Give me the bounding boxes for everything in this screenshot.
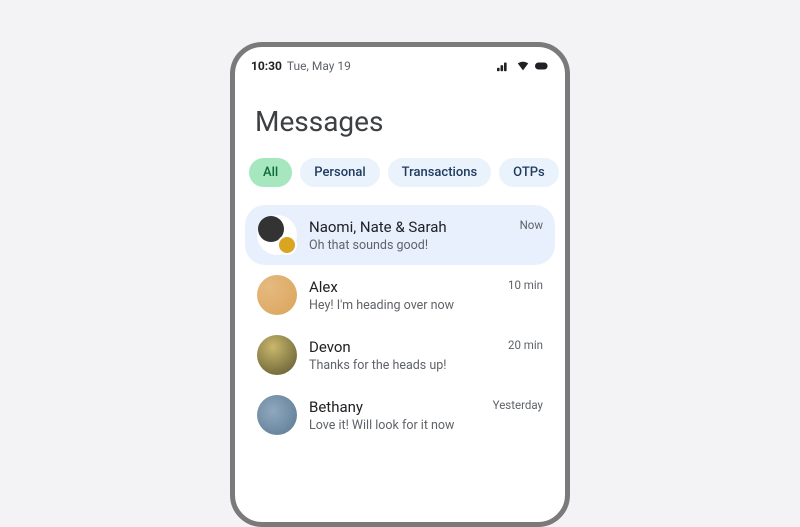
conversation-preview: Thanks for the heads up! (309, 358, 496, 373)
status-date: Tue, May 19 (287, 59, 351, 73)
avatar (257, 215, 297, 255)
tab-otps[interactable]: OTPs (499, 158, 559, 187)
tab-transactions[interactable]: Transactions (388, 158, 492, 187)
signal-icon (497, 60, 511, 72)
conversation-item[interactable]: Naomi, Nate & Sarah Oh that sounds good!… (245, 205, 555, 265)
wifi-icon (516, 60, 530, 72)
conversation-time: Now (520, 218, 543, 232)
conversation-preview: Oh that sounds good! (309, 238, 508, 253)
page-title: Messages (235, 79, 565, 158)
phone-frame: 10:30 Tue, May 19 Messages All Personal T… (230, 42, 570, 527)
status-bar: 10:30 Tue, May 19 (235, 47, 565, 79)
tab-all[interactable]: All (249, 158, 292, 187)
conversation-body: Naomi, Nate & Sarah Oh that sounds good! (309, 218, 508, 253)
conversation-list: Naomi, Nate & Sarah Oh that sounds good!… (235, 201, 565, 445)
battery-icon (535, 60, 549, 72)
conversation-name: Naomi, Nate & Sarah (309, 218, 508, 236)
conversation-name: Alex (309, 278, 496, 296)
avatar (257, 275, 297, 315)
conversation-time: 20 min (508, 338, 543, 352)
conversation-name: Bethany (309, 398, 481, 416)
filter-tabs: All Personal Transactions OTPs (235, 158, 565, 201)
conversation-name: Devon (309, 338, 496, 356)
conversation-preview: Hey! I'm heading over now (309, 298, 496, 313)
conversation-body: Devon Thanks for the heads up! (309, 338, 496, 373)
conversation-body: Alex Hey! I'm heading over now (309, 278, 496, 313)
conversation-item[interactable]: Alex Hey! I'm heading over now 10 min (245, 265, 555, 325)
conversation-preview: Love it! Will look for it now (309, 418, 481, 433)
conversation-time: Yesterday (493, 398, 543, 412)
conversation-item[interactable]: Devon Thanks for the heads up! 20 min (245, 325, 555, 385)
status-time-date: 10:30 Tue, May 19 (251, 59, 351, 73)
avatar (257, 395, 297, 435)
avatar (257, 335, 297, 375)
conversation-item[interactable]: Bethany Love it! Will look for it now Ye… (245, 385, 555, 445)
conversation-body: Bethany Love it! Will look for it now (309, 398, 481, 433)
tab-personal[interactable]: Personal (300, 158, 379, 187)
conversation-time: 10 min (508, 278, 543, 292)
status-icons (497, 60, 549, 72)
status-time: 10:30 (251, 59, 282, 73)
